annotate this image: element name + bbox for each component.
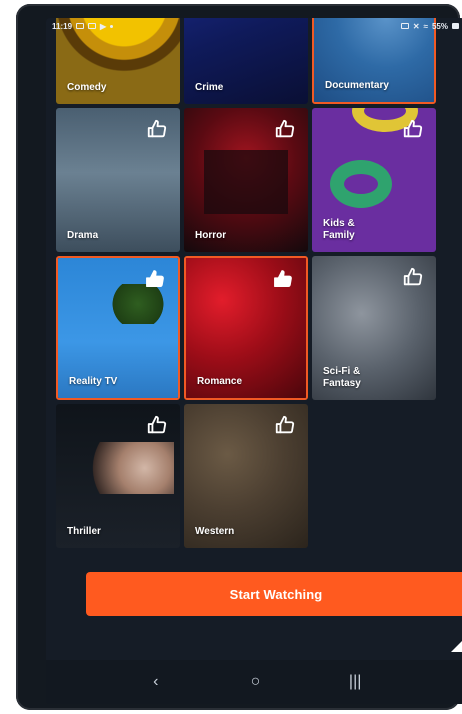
- app-screen: 11:19 ▶ ✕ ≈ 55% Comedy Crime Documentary…: [46, 18, 462, 704]
- genre-label: Thriller: [67, 526, 101, 537]
- genre-tile-romance[interactable]: Romance: [184, 256, 308, 400]
- genre-tile-drama[interactable]: Drama: [56, 108, 180, 252]
- thumbs-up-icon[interactable]: [146, 118, 168, 140]
- tablet-frame: 11:19 ▶ ✕ ≈ 55% Comedy Crime Documentary…: [16, 4, 462, 710]
- corner-indicator: [451, 638, 462, 652]
- dot-icon: [110, 24, 114, 28]
- genre-label: Horror: [195, 230, 227, 241]
- genre-label: Western: [195, 526, 235, 537]
- genre-tile-thriller[interactable]: Thriller: [56, 404, 180, 548]
- thumbs-up-filled-icon[interactable]: [144, 268, 166, 290]
- genre-label: Reality TV: [69, 376, 118, 387]
- recents-button[interactable]: |||: [340, 673, 370, 691]
- eye-artwork: [76, 442, 174, 494]
- thumbs-up-icon[interactable]: [402, 266, 424, 288]
- alarm-icon: [400, 23, 409, 29]
- back-button[interactable]: ‹: [141, 673, 171, 691]
- notification-icon: [88, 23, 97, 29]
- thumbs-up-icon[interactable]: [274, 414, 296, 436]
- play-icon: ▶: [100, 21, 107, 31]
- genre-label: Kids & Family: [323, 218, 355, 241]
- house-silhouette: [204, 150, 288, 214]
- genre-label: Drama: [67, 230, 99, 241]
- status-bar: 11:19 ▶ ✕ ≈ 55%: [46, 18, 462, 34]
- battery-icon: [452, 23, 459, 29]
- genre-label: Comedy: [67, 82, 107, 93]
- genre-label: Sci-Fi & Fantasy: [323, 366, 361, 389]
- thumbs-up-icon[interactable]: [146, 414, 168, 436]
- green-ring: [330, 160, 392, 208]
- genre-tile-horror[interactable]: Horror: [184, 108, 308, 252]
- genre-tile-reality-tv[interactable]: Reality TV: [56, 256, 180, 400]
- genre-label: Crime: [195, 82, 224, 93]
- thumbs-up-filled-icon[interactable]: [272, 268, 294, 290]
- wifi-icon: ≈: [423, 21, 428, 31]
- battery-percent: 55%: [431, 21, 448, 31]
- system-nav-bar: ‹ ○ |||: [46, 660, 462, 704]
- gallery-icon: [76, 23, 85, 29]
- start-watching-button[interactable]: Start Watching: [86, 572, 462, 616]
- genre-label: Documentary: [325, 80, 389, 91]
- genre-tile-kids-family[interactable]: Kids & Family: [312, 108, 436, 252]
- genre-tile-sci-fi-fantasy[interactable]: Sci-Fi & Fantasy: [312, 256, 436, 400]
- thumbs-up-icon[interactable]: [274, 118, 296, 140]
- home-button[interactable]: ○: [240, 673, 270, 691]
- genre-tile-western[interactable]: Western: [184, 404, 308, 548]
- thumbs-up-icon[interactable]: [402, 118, 424, 140]
- status-time: 11:19: [52, 21, 73, 31]
- mute-icon: ✕: [412, 21, 420, 31]
- genre-label: Romance: [197, 376, 243, 387]
